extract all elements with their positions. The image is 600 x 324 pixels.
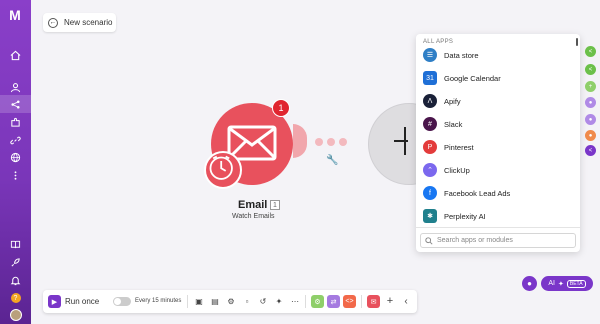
search-placeholder: Search apps or modules xyxy=(437,237,513,244)
ai-label: AI xyxy=(548,280,556,287)
app-item-pinterest[interactable]: P Pinterest xyxy=(423,138,571,156)
rail-flow-icon[interactable]: ● xyxy=(585,97,596,108)
app-item-clickup[interactable]: ⌃ ClickUp xyxy=(423,161,571,179)
picker-divider xyxy=(416,227,580,228)
app-picker: ALL APPS ☰ Data store 31 Google Calendar… xyxy=(416,34,580,252)
app-label: Perplexity AI xyxy=(444,211,486,221)
wrench-icon[interactable]: 🔧 xyxy=(326,155,338,166)
app-item-perplexity-ai[interactable]: ✱ Perplexity AI xyxy=(423,207,571,225)
run-once-button[interactable]: ▶ Run once xyxy=(48,294,99,309)
picker-scrollbar[interactable] xyxy=(576,38,578,46)
back-button[interactable]: ← New scenario xyxy=(43,13,116,32)
database-icon: ☰ xyxy=(423,48,437,62)
make-logo[interactable]: M xyxy=(5,7,25,23)
apify-icon: Λ xyxy=(423,94,437,108)
app-label: Data store xyxy=(444,50,479,60)
app-label: ClickUp xyxy=(444,165,470,175)
rail-flow-icon[interactable]: ● xyxy=(585,114,596,125)
toolbar-divider xyxy=(187,295,188,308)
schedule-clock-icon[interactable] xyxy=(204,151,242,189)
clickup-icon: ⌃ xyxy=(423,163,437,177)
sparkle-icon: ✦ xyxy=(558,280,564,288)
plus-icon-bar xyxy=(394,140,408,142)
table-icon[interactable]: ▤ xyxy=(209,295,221,307)
users-icon[interactable] xyxy=(0,78,31,96)
ai-assistant-button[interactable]: AI ✦ BETA xyxy=(541,276,593,291)
toolbar-divider xyxy=(361,295,362,308)
home-icon[interactable] xyxy=(0,46,31,64)
app-label: Slack xyxy=(444,119,463,129)
magic-wand-icon[interactable]: ✦ xyxy=(273,295,285,307)
app-label: Facebook Lead Ads xyxy=(444,188,511,198)
note-icon[interactable]: ▫ xyxy=(241,295,253,307)
avatar[interactable] xyxy=(0,306,31,324)
bell-icon[interactable] xyxy=(0,271,31,289)
book-icon[interactable] xyxy=(0,235,31,253)
beta-badge: BETA xyxy=(566,279,586,288)
perplexity-icon: ✱ xyxy=(423,209,437,223)
left-sidebar: M ? xyxy=(0,0,31,324)
app-item-google-calendar[interactable]: 31 Google Calendar xyxy=(423,69,571,87)
scenario-title: New scenario xyxy=(64,18,113,27)
connector-dot xyxy=(315,138,323,146)
schedule-label[interactable]: Every 15 minutes xyxy=(135,298,181,304)
operations-badge: 1 xyxy=(272,99,290,117)
slack-icon: # xyxy=(423,117,437,131)
collapse-icon[interactable]: ‹ xyxy=(400,295,412,307)
app-label: Google Calendar xyxy=(444,73,501,83)
share-icon[interactable] xyxy=(0,95,31,113)
rail-share-icon[interactable]: < xyxy=(585,46,596,57)
module-name: Email xyxy=(238,199,268,211)
app-item-slack[interactable]: # Slack xyxy=(423,115,571,133)
puzzle-icon[interactable] xyxy=(0,113,31,131)
rail-route-icon[interactable]: + xyxy=(585,81,596,92)
tools-icon[interactable]: ⚙ xyxy=(311,295,324,308)
app-item-data-store[interactable]: ☰ Data store xyxy=(423,46,571,64)
more-icon[interactable] xyxy=(0,166,31,184)
email-icon[interactable]: ✉ xyxy=(367,295,380,308)
add-icon[interactable]: + xyxy=(384,295,396,307)
user-avatar-image xyxy=(9,309,22,321)
module-action: Watch Emails xyxy=(232,213,275,220)
app-search-input[interactable]: Search apps or modules xyxy=(420,233,576,248)
text-parser-icon[interactable]: <> xyxy=(343,295,356,308)
module-id: 1 xyxy=(270,200,280,210)
arrow-left-icon: ← xyxy=(48,17,58,28)
rail-share-icon[interactable]: < xyxy=(585,145,596,156)
link-icon[interactable] xyxy=(0,131,31,149)
rail-tool-icon[interactable]: ● xyxy=(585,130,596,141)
toolbar-divider xyxy=(305,295,306,308)
pinterest-icon: P xyxy=(423,140,437,154)
search-icon xyxy=(425,236,433,245)
help-icon[interactable]: ? xyxy=(0,289,31,307)
app-label: Pinterest xyxy=(444,142,474,152)
lightbulb-icon[interactable]: ● xyxy=(522,276,537,291)
connector-dot xyxy=(327,138,335,146)
settings-icon[interactable]: ⚙ xyxy=(225,295,237,307)
app-label: Apify xyxy=(444,96,461,106)
flow-control-icon[interactable]: ⇄ xyxy=(327,295,340,308)
app-item-facebook-lead-ads[interactable]: f Facebook Lead Ads xyxy=(423,184,571,202)
play-icon: ▶ xyxy=(48,295,61,308)
rail-share-icon[interactable]: < xyxy=(585,64,596,75)
picker-heading: ALL APPS xyxy=(423,39,454,45)
bottom-toolbar: ▶ Run once Every 15 minutes ▣ ▤ ⚙ ▫ ↺ ✦ … xyxy=(43,290,417,313)
app-item-apify[interactable]: Λ Apify xyxy=(423,92,571,110)
facebook-icon: f xyxy=(423,186,437,200)
run-once-label: Run once xyxy=(65,297,100,306)
more-options-icon[interactable]: ⋯ xyxy=(289,295,301,307)
undo-icon[interactable]: ↺ xyxy=(257,295,269,307)
globe-icon[interactable] xyxy=(0,148,31,166)
rocket-icon[interactable] xyxy=(0,253,31,271)
connector-dot xyxy=(339,138,347,146)
save-icon[interactable]: ▣ xyxy=(193,295,205,307)
schedule-toggle[interactable] xyxy=(113,297,131,306)
calendar-icon: 31 xyxy=(423,71,437,85)
